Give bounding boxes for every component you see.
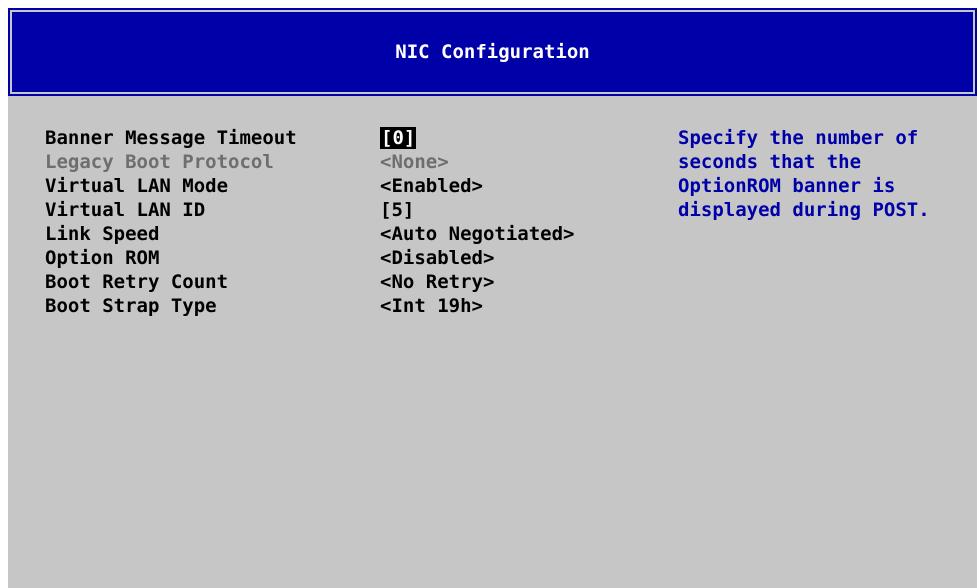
setting-label: Option ROM <box>45 247 160 269</box>
setting-virtual-lan-id[interactable]: Virtual LAN ID [5] <box>45 198 675 222</box>
help-line: Specify the number of <box>678 127 919 149</box>
setting-legacy-boot-protocol: Legacy Boot Protocol <None> <box>45 150 675 174</box>
setting-virtual-lan-mode[interactable]: Virtual LAN Mode <Enabled> <box>45 174 675 198</box>
title-frame: NIC Configuration <box>10 10 975 94</box>
setting-value[interactable]: <Disabled> <box>380 246 675 270</box>
page-title: NIC Configuration <box>395 41 590 63</box>
setting-value: <None> <box>380 151 449 173</box>
setting-value[interactable]: <No Retry> <box>380 270 675 294</box>
setting-boot-strap-type[interactable]: Boot Strap Type <Int 19h> <box>45 294 675 318</box>
setting-label: Link Speed <box>45 223 160 245</box>
setting-label: Boot Retry Count <box>45 271 229 293</box>
setting-label: Banner Message Timeout <box>45 127 297 149</box>
title-bar: NIC Configuration <box>8 8 977 96</box>
setting-link-speed[interactable]: Link Speed <Auto Negotiated> <box>45 222 675 246</box>
setting-value[interactable]: <Int 19h> <box>380 294 675 318</box>
help-line: displayed during POST. <box>678 199 930 221</box>
setting-value-field[interactable]: [0] <box>380 126 675 150</box>
setting-boot-retry-count[interactable]: Boot Retry Count <No Retry> <box>45 270 675 294</box>
bios-screen: NIC Configuration Banner Message Timeout… <box>8 8 977 588</box>
setting-value[interactable]: <Enabled> <box>380 174 675 198</box>
setting-option-rom[interactable]: Option ROM <Disabled> <box>45 246 675 270</box>
setting-label: Virtual LAN ID <box>45 199 206 221</box>
setting-banner-message-timeout[interactable]: Banner Message Timeout [0] <box>45 126 675 150</box>
help-line: seconds that the <box>678 151 862 173</box>
help-text-panel: Specify the number of seconds that the O… <box>678 126 977 222</box>
settings-list: Banner Message Timeout [0] Legacy Boot P… <box>45 126 675 318</box>
setting-value[interactable]: [5] <box>380 198 675 222</box>
setting-label: Virtual LAN Mode <box>45 175 229 197</box>
help-line: OptionROM banner is <box>678 175 896 197</box>
banner-timeout-input[interactable]: [0] <box>380 127 417 149</box>
setting-label: Legacy Boot Protocol <box>45 151 274 173</box>
setting-value[interactable]: <Auto Negotiated> <box>380 222 675 246</box>
setting-label: Boot Strap Type <box>45 295 217 317</box>
